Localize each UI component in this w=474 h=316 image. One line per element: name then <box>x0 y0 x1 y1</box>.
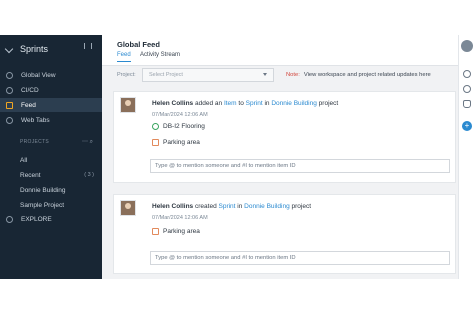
right-rail: + <box>458 35 474 279</box>
item-link[interactable]: Item <box>224 100 237 107</box>
feed-user-name[interactable]: Helen Collins <box>152 100 193 107</box>
feed-timestamp: 07/Mar/2024 12:06 AM <box>152 215 208 221</box>
chevron-down-icon <box>263 73 267 76</box>
sidebar-project-recent[interactable]: Recent <box>20 172 41 179</box>
projects-section-label: PROJECTS <box>20 139 50 145</box>
sprint-link[interactable]: Sprint <box>246 100 263 107</box>
sprints-logo-icon <box>4 44 14 54</box>
project-link[interactable]: Donnie Building <box>244 203 290 210</box>
sidebar-header: Sprints <box>4 44 49 54</box>
feed-item-label: DB-I2 Flooring <box>163 123 205 130</box>
sidebar-item-web-tabs[interactable]: Web Tabs <box>0 113 102 127</box>
user-avatar[interactable] <box>461 40 473 52</box>
web-tabs-icon <box>6 116 13 124</box>
avatar <box>120 97 136 113</box>
feed-timestamp: 07/Mar/2024 12:06 AM <box>152 112 208 118</box>
comment-input[interactable]: Type @ to mention someone and #I to ment… <box>150 251 450 265</box>
timer-icon[interactable] <box>463 85 471 93</box>
sidebar-project-sample-project[interactable]: Sample Project <box>20 202 64 209</box>
app-window: Sprints Global View CI/CD Feed Web Tabs … <box>0 35 474 279</box>
feed-text: to <box>238 100 244 107</box>
global-view-icon <box>6 71 13 79</box>
cicd-icon <box>6 86 13 94</box>
sidebar-item-label: Feed <box>21 101 36 109</box>
note-text: View workspace and project related updat… <box>303 72 431 78</box>
feed-text: created <box>195 203 217 210</box>
sidebar-item-label: CI/CD <box>21 86 39 94</box>
sidebar-item-label: Global View <box>21 71 56 79</box>
project-select[interactable]: Select Project <box>142 68 274 82</box>
sidebar-item-label: Web Tabs <box>21 116 50 124</box>
feed-icon <box>6 101 13 109</box>
sprint-icon <box>152 228 159 235</box>
sprint-link[interactable]: Sprint <box>219 203 236 210</box>
page-title: Global Feed <box>117 40 160 49</box>
feed-user-name[interactable]: Helen Collins <box>152 203 193 210</box>
feed-card: Helen Collins created Sprint in Donnie B… <box>113 194 456 274</box>
projects-tools[interactable]: ⋯ ⌕ <box>82 138 93 146</box>
add-icon[interactable]: + <box>462 121 472 131</box>
feed-text: added an <box>195 100 223 107</box>
feed-activity-text: Helen Collins added an Item to Sprint in… <box>152 100 338 107</box>
sidebar-item-cicd[interactable]: CI/CD <box>0 83 102 97</box>
sidebar-item-explore[interactable]: EXPLORE <box>6 216 52 223</box>
item-icon <box>152 123 159 130</box>
feed-card: Helen Collins added an Item to Sprint in… <box>113 91 456 183</box>
filter-bar: Project: Select Project Note: View worksp… <box>102 66 458 86</box>
feed-text: project <box>318 100 339 107</box>
sidebar-project-donnie-building[interactable]: Donnie Building <box>20 187 66 194</box>
project-select-value: Select Project <box>149 72 183 78</box>
feed-text: in <box>264 100 270 107</box>
feed-item-row[interactable]: DB-I2 Flooring <box>152 123 205 130</box>
app-title: Sprints <box>20 44 49 54</box>
tab-feed[interactable]: Feed <box>117 52 131 62</box>
filter-note: Note: View workspace and project related … <box>286 72 431 78</box>
comment-placeholder: Type @ to mention someone and #I to ment… <box>155 163 296 169</box>
explore-icon <box>6 216 13 223</box>
search-icon[interactable] <box>463 70 471 78</box>
feed-text: project <box>291 203 312 210</box>
sidebar-project-all[interactable]: All <box>20 157 27 164</box>
feed-sprint-label: Parking area <box>163 139 200 146</box>
page-header: Global Feed Feed Activity Stream <box>102 35 458 66</box>
feed-text: in <box>237 203 243 210</box>
comment-placeholder: Type @ to mention someone and #I to ment… <box>155 255 296 261</box>
project-filter-label: Project: <box>117 72 136 78</box>
feed-sprint-label: Parking area <box>163 228 200 235</box>
recent-count-badge: ( 3 ) <box>84 172 94 178</box>
feed-sprint-row[interactable]: Parking area <box>152 228 200 235</box>
project-link[interactable]: Donnie Building <box>271 100 317 107</box>
sprint-icon <box>152 139 159 146</box>
avatar <box>120 200 136 216</box>
note-label: Note: <box>286 72 300 78</box>
sidebar: Sprints Global View CI/CD Feed Web Tabs … <box>0 35 102 279</box>
feed-activity-text: Helen Collins created Sprint in Donnie B… <box>152 203 311 210</box>
comment-input[interactable]: Type @ to mention someone and #I to ment… <box>150 159 450 173</box>
bell-icon[interactable] <box>463 100 471 108</box>
tab-activity-stream[interactable]: Activity Stream <box>140 52 180 58</box>
sidebar-item-label: EXPLORE <box>21 216 52 223</box>
sidebar-item-feed[interactable]: Feed <box>0 98 102 112</box>
feed-sprint-row[interactable]: Parking area <box>152 139 200 146</box>
collapse-sidebar-icon[interactable] <box>84 43 92 49</box>
sidebar-item-global-view[interactable]: Global View <box>0 68 102 82</box>
